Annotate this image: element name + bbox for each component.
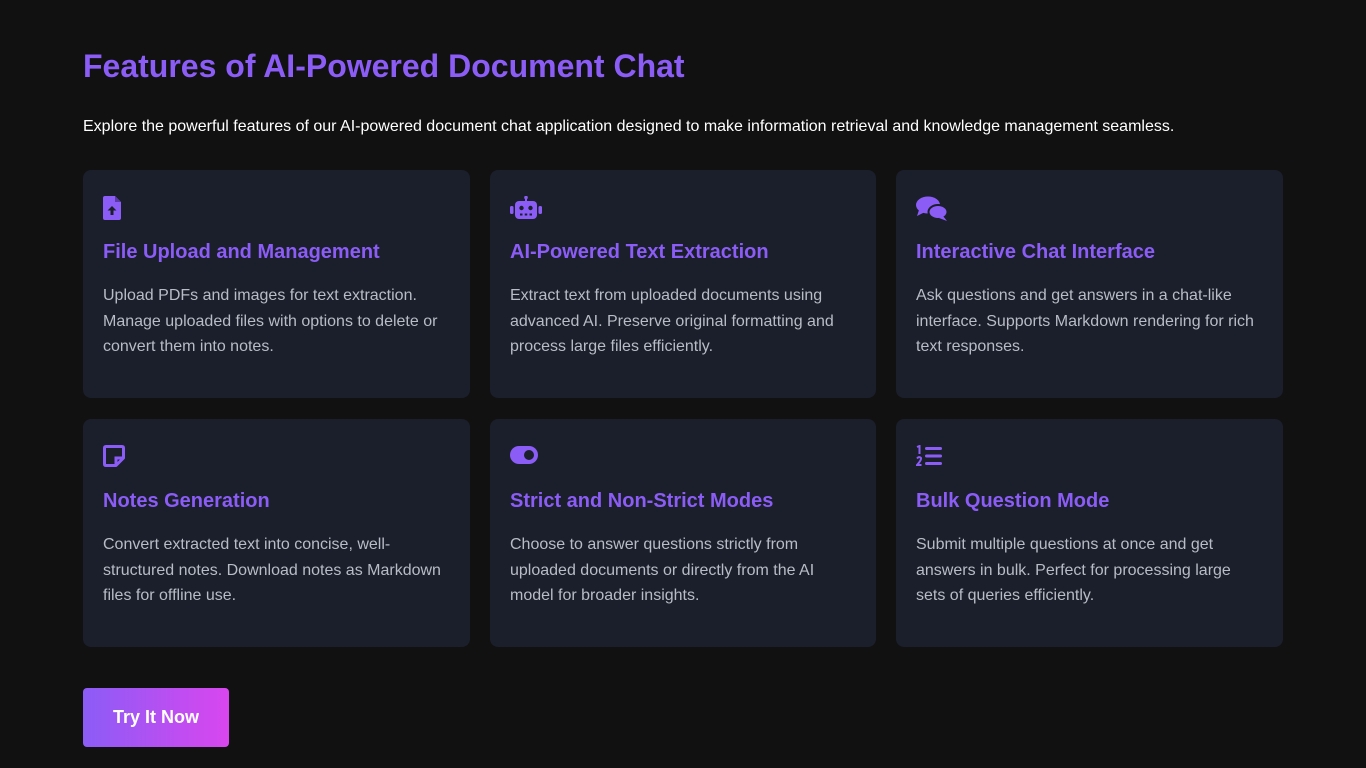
feature-title: AI-Powered Text Extraction <box>510 241 769 263</box>
feature-card-bulk-questions: Bulk Question Mode Submit multiple quest… <box>896 419 1283 647</box>
feature-title: Interactive Chat Interface <box>916 241 1155 263</box>
feature-title: Notes Generation <box>103 490 270 512</box>
feature-description: Upload PDFs and images for text extracti… <box>103 287 438 355</box>
feature-description: Submit multiple questions at once and ge… <box>916 536 1231 604</box>
try-it-now-button[interactable]: Try It Now <box>83 688 229 747</box>
page-title: Features of AI-Powered Document Chat <box>83 48 685 84</box>
chat-bubbles-icon <box>916 196 948 224</box>
sticky-note-icon <box>103 445 135 473</box>
feature-description: Ask questions and get answers in a chat-… <box>916 287 1254 355</box>
feature-card-strict-modes: Strict and Non-Strict Modes Choose to an… <box>490 419 876 647</box>
feature-title: Bulk Question Mode <box>916 490 1110 512</box>
page-subtitle: Explore the powerful features of our AI-… <box>83 118 1175 135</box>
feature-title: File Upload and Management <box>103 241 380 263</box>
toggle-icon <box>510 445 542 473</box>
feature-card-chat-interface: Interactive Chat Interface Ask questions… <box>896 170 1283 398</box>
feature-description: Extract text from uploaded documents usi… <box>510 287 834 355</box>
numbered-list-icon <box>916 445 948 473</box>
robot-icon <box>510 196 542 224</box>
feature-card-file-upload: File Upload and Management Upload PDFs a… <box>83 170 470 398</box>
file-upload-icon <box>103 196 135 224</box>
features-grid: File Upload and Management Upload PDFs a… <box>83 170 1283 647</box>
feature-description: Choose to answer questions strictly from… <box>510 536 815 604</box>
feature-card-text-extraction: AI-Powered Text Extraction Extract text … <box>490 170 876 398</box>
feature-description: Convert extracted text into concise, wel… <box>103 536 441 604</box>
feature-title: Strict and Non-Strict Modes <box>510 490 774 512</box>
feature-card-notes-generation: Notes Generation Convert extracted text … <box>83 419 470 647</box>
